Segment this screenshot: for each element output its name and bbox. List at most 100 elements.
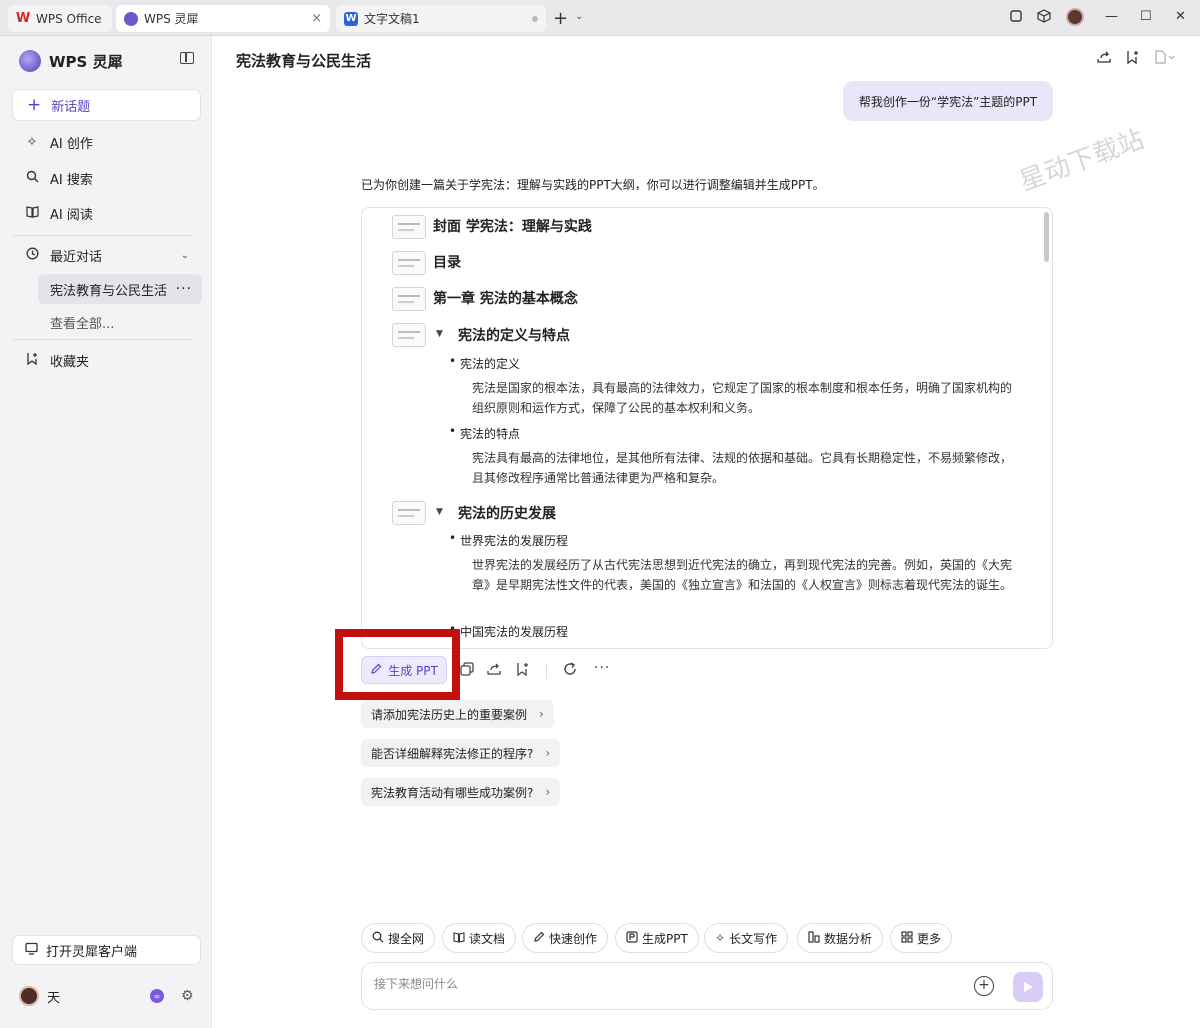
assistant-intro-text: 已为你创建一篇关于学宪法：理解与实践的PPT大纲，你可以进行调整编辑并生成PPT…	[361, 178, 825, 192]
tool-quick-create[interactable]: 快速创作	[522, 923, 609, 953]
sidebar-item-label: AI 创作	[50, 136, 93, 152]
highlight-box	[335, 629, 460, 700]
gear-icon[interactable]: ⚙	[181, 988, 194, 1004]
slide-thumbnail[interactable]	[392, 251, 426, 275]
send-button[interactable]	[1013, 972, 1043, 1002]
sidebar-item-recent[interactable]: 最近对话 ⌄	[12, 240, 201, 270]
scrollbar[interactable]	[1044, 212, 1049, 262]
main-content: 宪法教育与公民生活 帮我创作一份“学宪法”主题的PPT 星动下载站 已为你创建一…	[213, 36, 1200, 1028]
bookmark-icon	[24, 352, 40, 369]
copy-icon[interactable]	[460, 662, 474, 680]
cube-icon[interactable]	[1037, 9, 1051, 27]
sidebar-item-label: AI 阅读	[50, 207, 93, 223]
lingxi-logo-icon	[124, 11, 138, 26]
outline-chapter-title[interactable]: 第一章 宪法的基本概念	[433, 288, 578, 308]
tool-generate-ppt[interactable]: 生成PPT	[615, 923, 699, 953]
more-options-icon[interactable]: ···	[176, 281, 192, 297]
regenerate-icon[interactable]	[563, 662, 577, 680]
book-icon	[453, 931, 465, 946]
more-options-icon[interactable]: ···	[594, 660, 610, 676]
slide-thumbnail[interactable]	[392, 215, 426, 239]
view-all-link[interactable]: 查看全部...	[50, 313, 114, 332]
bookmark-add-icon[interactable]	[516, 662, 530, 680]
tab-label: WPS Office	[36, 11, 102, 26]
sidebar-item-favorites[interactable]: 收藏夹	[12, 345, 201, 375]
outline-section-title[interactable]: 宪法的历史发展	[458, 503, 556, 523]
sidebar-item-ai-create[interactable]: ✧ AI 创作	[12, 127, 201, 157]
tab-wps-office[interactable]: W WPS Office	[8, 5, 112, 32]
tool-label: 生成PPT	[642, 931, 688, 946]
suggestion-chip[interactable]: 宪法教育活动有哪些成功案例? ›	[361, 778, 561, 806]
collapse-triangle-icon[interactable]: ▼	[436, 507, 443, 517]
sidebar-item-label: AI 搜索	[50, 172, 93, 188]
outline-cover-title[interactable]: 封面 学宪法：理解与实践	[433, 216, 592, 236]
tool-search-web[interactable]: 搜全网	[361, 923, 436, 953]
tool-read-doc[interactable]: 读文档	[442, 923, 517, 953]
search-icon	[24, 170, 40, 187]
outline-section-title[interactable]: 宪法的定义与特点	[458, 325, 570, 345]
sidebar: WPS 灵犀 + 新话题 ✧ AI 创作 AI 搜索 AI 阅读 最近对话 ⌄ …	[0, 36, 212, 1028]
share-icon[interactable]	[1097, 50, 1111, 68]
sidebar-item-ai-search[interactable]: AI 搜索	[12, 163, 201, 193]
grid-icon	[901, 930, 913, 946]
maximize-button[interactable]: ☐	[1140, 9, 1152, 24]
recent-conversation-item[interactable]: 宪法教育与公民生活 ···	[38, 274, 202, 304]
share-icon[interactable]	[487, 662, 501, 680]
outline-bullet[interactable]: 世界宪法的发展历程	[449, 531, 568, 549]
ppt-icon	[626, 930, 638, 946]
tab-dropdown-icon[interactable]: ⌄	[575, 11, 583, 22]
ppt-outline-panel[interactable]: 封面 学宪法：理解与实践 目录 第一章 宪法的基本概念 ▼ 宪法的定义与特点 宪…	[361, 207, 1053, 649]
new-topic-button[interactable]: + 新话题	[12, 89, 201, 121]
window-layout-icon[interactable]	[1009, 9, 1023, 27]
export-doc-icon[interactable]	[1154, 50, 1176, 68]
tool-long-writing[interactable]: ✧ 长文写作	[704, 923, 789, 953]
add-attachment-icon[interactable]: +	[974, 976, 994, 996]
collapse-triangle-icon[interactable]: ▼	[436, 329, 443, 339]
tab-label: 文字文稿1	[364, 12, 420, 26]
outline-paragraph[interactable]: 宪法是国家的根本法，具有最高的法律效力，它规定了国家的根本制度和根本任务，明确了…	[472, 378, 1012, 418]
outline-paragraph[interactable]: 宪法具有最高的法律地位，是其他所有法律、法规的依据和基础。它具有长期稳定性，不易…	[472, 448, 1012, 488]
tab-bar: W WPS Office WPS 灵犀 × W 文字文稿1 + ⌄ — ☐ ✕	[0, 0, 1200, 36]
suggestion-chip[interactable]: 能否详细解释宪法修正的程序? ›	[361, 739, 561, 767]
divider	[12, 339, 192, 340]
tool-more[interactable]: 更多	[890, 923, 953, 953]
outline-bullet[interactable]: 宪法的特点	[449, 424, 520, 442]
close-icon[interactable]: ×	[311, 11, 322, 26]
open-client-button[interactable]: 打开灵犀客户端	[12, 935, 201, 965]
slide-thumbnail[interactable]	[392, 501, 426, 525]
chat-input[interactable]	[374, 977, 934, 991]
sidebar-item-ai-read[interactable]: AI 阅读	[12, 198, 201, 228]
window-close-button[interactable]: ✕	[1175, 9, 1186, 24]
open-client-label: 打开灵犀客户端	[46, 944, 138, 960]
user-name: 天	[47, 990, 61, 1006]
sidebar-item-label: 最近对话	[50, 249, 103, 265]
slide-thumbnail[interactable]	[392, 323, 426, 347]
tool-data-analysis[interactable]: 数据分析	[797, 923, 884, 953]
outline-paragraph[interactable]: 世界宪法的发展经历了从古代宪法思想到近代宪法的确立，再到现代宪法的完善。例如，英…	[472, 555, 1012, 595]
link-icon[interactable]: ∞	[150, 989, 164, 1003]
watermark: 星动下载站	[1015, 124, 1149, 198]
minimize-button[interactable]: —	[1105, 9, 1118, 24]
chevron-right-icon: ›	[545, 746, 551, 760]
sidebar-collapse-icon[interactable]	[180, 52, 194, 64]
bookmark-add-icon[interactable]	[1126, 50, 1140, 68]
tab-wps-lingxi[interactable]: WPS 灵犀 ×	[116, 5, 330, 32]
tab-label: WPS 灵犀	[144, 12, 199, 26]
chevron-right-icon: ›	[545, 785, 551, 799]
suggestion-label: 能否详细解释宪法修正的程序?	[371, 746, 534, 761]
tool-label: 数据分析	[824, 931, 873, 946]
divider	[12, 235, 192, 236]
unsaved-dot-icon	[532, 15, 538, 22]
page-title: 宪法教育与公民生活	[236, 52, 372, 70]
slide-thumbnail[interactable]	[392, 287, 426, 311]
user-avatar[interactable]	[1066, 8, 1084, 26]
tab-document[interactable]: W 文字文稿1	[336, 5, 546, 32]
outline-toc-title[interactable]: 目录	[433, 252, 461, 272]
avatar[interactable]	[19, 986, 39, 1006]
new-tab-button[interactable]: +	[553, 8, 568, 29]
suggestion-chip[interactable]: 请添加宪法历史上的重要案例 ›	[361, 700, 554, 728]
sidebar-item-label: 收藏夹	[50, 354, 90, 370]
outline-bullet[interactable]: 中国宪法的发展历程	[449, 622, 568, 640]
chat-input-box: +	[361, 962, 1053, 1010]
outline-bullet[interactable]: 宪法的定义	[449, 354, 520, 372]
